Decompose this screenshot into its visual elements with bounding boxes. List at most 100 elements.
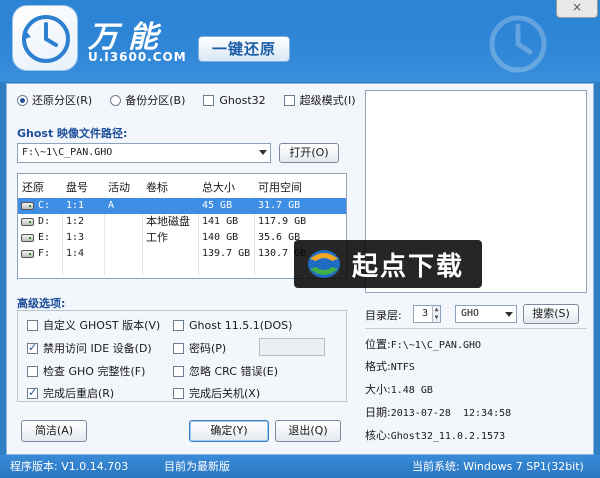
dir-level-value: 3 — [422, 308, 429, 319]
custom-ghost-checkbox[interactable] — [27, 319, 38, 331]
clock-logo-icon — [12, 5, 78, 71]
row-total: 45 GB — [202, 200, 233, 211]
info-date: 日期:2013-07-28 12:34:58 — [365, 404, 511, 420]
disable-ide-option[interactable]: 禁用访问 IDE 设备(D) — [27, 340, 152, 356]
col-total: 总大小 — [202, 181, 235, 194]
program-version: 程序版本: V1.0.14.703 — [10, 460, 129, 473]
check-gho-option[interactable]: 检查 GHO 完整性(F) — [27, 363, 145, 379]
watermark-logo-icon — [308, 250, 340, 278]
shutdown-checkbox[interactable] — [173, 387, 184, 399]
simple-button[interactable]: 简洁(A) — [21, 420, 87, 442]
row-num: 1:3 — [66, 232, 85, 243]
backup-radio[interactable] — [110, 94, 122, 106]
ignore-crc-option[interactable]: 忽略 CRC 错误(E) — [173, 363, 278, 379]
table-row[interactable]: C: 1:1 A 45 GB 31.7 GB — [18, 198, 346, 214]
mode-options: 还原分区(R) 备份分区(B) Ghost32 超级模式(I) — [17, 91, 373, 109]
row-num: 1:2 — [66, 216, 85, 227]
dir-level-label: 目录层: — [365, 309, 402, 322]
disable-ide-checkbox[interactable] — [27, 341, 38, 354]
check-gho-label: 检查 GHO 完整性(F) — [43, 365, 146, 378]
backup-partition-option[interactable]: 备份分区(B) — [110, 92, 185, 108]
restore-radio[interactable] — [17, 94, 28, 106]
background-clock-icon — [489, 15, 547, 73]
password-checkbox[interactable] — [173, 342, 184, 354]
divider — [365, 328, 587, 329]
watermark-overlay: 起点下载 — [294, 240, 482, 288]
info-location: 位置:F:\~1\C_PAN.GHO — [365, 336, 481, 352]
reboot-option[interactable]: 完成后重启(R) — [27, 385, 114, 401]
disable-ide-label: 禁用访问 IDE 设备(D) — [43, 342, 152, 355]
hard-disk-icon — [21, 234, 34, 242]
search-button[interactable]: 搜索(S) — [523, 304, 579, 324]
format-key: 格式: — [365, 360, 391, 373]
format-value: NTFS — [390, 362, 415, 373]
date-value: 2013-07-28 12:34:58 — [390, 408, 512, 419]
ghost-version-checkbox[interactable] — [173, 319, 184, 331]
row-free: 31.7 GB — [258, 200, 301, 211]
size-value: 1.48 GB — [390, 385, 433, 396]
ghost32-option[interactable]: Ghost32 — [203, 93, 266, 107]
row-label: 本地磁盘 — [146, 215, 190, 228]
super-mode-label: 超级模式(I) — [299, 94, 356, 107]
restore-label: 还原分区(R) — [32, 94, 93, 107]
date-key: 日期: — [365, 406, 391, 419]
image-path-label: Ghost 映像文件路径: — [17, 127, 128, 140]
password-option[interactable]: 密码(P) — [173, 340, 226, 356]
extension-select[interactable]: GHO — [455, 305, 517, 323]
row-drive: D: — [38, 216, 51, 227]
dir-level-stepper[interactable]: 3 ▲ ▼ — [413, 305, 441, 323]
ignore-crc-checkbox[interactable] — [173, 365, 184, 377]
exit-button[interactable]: 退出(Q) — [275, 420, 341, 442]
row-drive: C: — [38, 200, 51, 211]
table-header: 还原 盘号 活动 卷标 总大小 可用空间 — [18, 180, 346, 196]
restore-partition-option[interactable]: 还原分区(R) — [17, 92, 92, 108]
row-num: 1:4 — [66, 248, 85, 259]
super-mode-option[interactable]: 超级模式(I) — [283, 92, 356, 108]
row-free: 117.9 GB — [258, 216, 307, 227]
custom-ghost-option[interactable]: 自定义 GHOST 版本(V) — [27, 317, 160, 333]
ghost32-label: Ghost32 — [219, 93, 266, 107]
slogan-badge: 一键还原 — [198, 36, 290, 62]
ok-button[interactable]: 确定(Y) — [189, 420, 269, 442]
col-free: 可用空间 — [258, 181, 302, 194]
chevron-down-icon[interactable] — [259, 150, 267, 155]
info-format: 格式:NTFS — [365, 358, 415, 374]
row-total: 139.7 GB — [202, 248, 251, 259]
stepper-arrows-icon[interactable]: ▲ ▼ — [432, 306, 440, 322]
table-row[interactable]: D: 1:2 本地磁盘 141 GB 117.9 GB — [18, 214, 346, 230]
image-path-combo[interactable]: F:\~1\C_PAN.GHO — [17, 143, 271, 163]
check-gho-checkbox[interactable] — [27, 365, 38, 377]
info-size: 大小:1.48 GB — [365, 381, 433, 397]
size-key: 大小: — [365, 383, 391, 396]
update-status: 目前为最新版 — [164, 460, 230, 473]
location-key: 位置: — [365, 338, 391, 351]
shutdown-option[interactable]: 完成后关机(X) — [173, 385, 260, 401]
reboot-checkbox[interactable] — [27, 386, 38, 399]
custom-ghost-label: 自定义 GHOST 版本(V) — [43, 319, 161, 332]
ignore-crc-label: 忽略 CRC 错误(E) — [189, 365, 278, 378]
chevron-down-icon[interactable] — [505, 312, 513, 317]
hard-disk-icon — [21, 250, 34, 258]
image-path-value: F:\~1\C_PAN.GHO — [22, 147, 113, 158]
col-active: 活动 — [108, 181, 130, 194]
ghost-version-option[interactable]: Ghost 11.5.1(DOS) — [173, 317, 292, 333]
super-mode-checkbox[interactable] — [283, 94, 295, 106]
row-drive: F: — [38, 248, 51, 259]
password-input[interactable] — [259, 338, 325, 356]
core-value: Ghost32_11.0.2.1573 — [390, 431, 506, 442]
password-label: 密码(P) — [189, 342, 227, 355]
ghost32-checkbox[interactable] — [203, 94, 215, 106]
watermark-text: 起点下载 — [352, 251, 465, 282]
hard-disk-icon — [21, 202, 34, 210]
ghost-version-label: Ghost 11.5.1(DOS) — [189, 318, 293, 332]
close-button[interactable]: × — [556, 0, 598, 18]
location-value: F:\~1\C_PAN.GHO — [390, 340, 482, 351]
col-restore: 还原 — [22, 181, 44, 194]
status-bar: 程序版本: V1.0.14.703 目前为最新版 当前系统: Windows 7… — [0, 455, 600, 478]
hard-disk-icon — [21, 218, 34, 226]
core-key: 核心: — [365, 429, 391, 442]
open-button[interactable]: 打开(O) — [279, 143, 339, 163]
current-system: 当前系统: Windows 7 SP1(32bit) — [412, 460, 584, 473]
row-active: A — [108, 200, 115, 211]
extension-value: GHO — [461, 308, 480, 319]
